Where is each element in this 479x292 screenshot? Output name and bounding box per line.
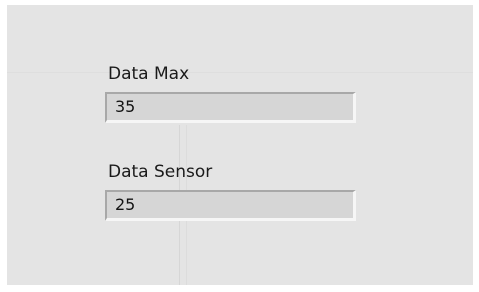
front-panel: Data Max 35 Data Sensor 25 bbox=[7, 5, 473, 285]
grid-line-horizontal bbox=[7, 72, 473, 73]
data-max-field[interactable]: 35 bbox=[105, 92, 356, 123]
data-sensor-field[interactable]: 25 bbox=[105, 190, 356, 221]
data-sensor-label: Data Sensor bbox=[108, 162, 213, 182]
data-max-label: Data Max bbox=[108, 64, 190, 84]
